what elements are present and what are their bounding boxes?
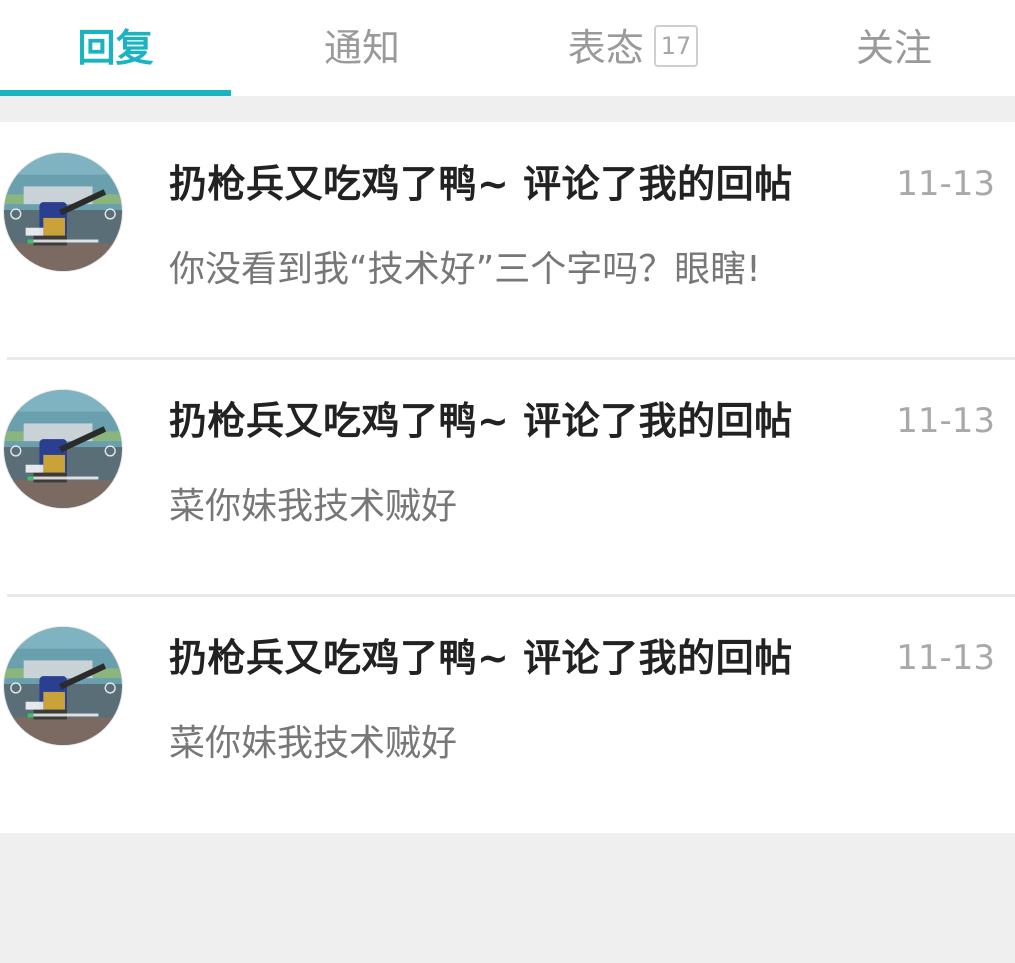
tab-label: 通知 (323, 26, 400, 70)
tab-bar: 回复 通知 表态 17 关注 (0, 0, 1015, 96)
game-screenshot-icon (4, 627, 122, 745)
item-title: 扔枪兵又吃鸡了鸭~ 评论了我的回帖 (169, 162, 793, 206)
item-content: 菜你妹我技术贼好 (169, 723, 458, 764)
list-item[interactable]: 扔枪兵又吃鸡了鸭~ 评论了我的回帖 11-13 你没看到我“技术好”三个字吗？眼… (0, 122, 1015, 359)
active-tab-indicator (0, 90, 231, 96)
tab-following[interactable]: 关注 (773, 0, 1015, 96)
item-title: 扔枪兵又吃鸡了鸭~ 评论了我的回帖 (169, 399, 793, 443)
avatar[interactable] (3, 152, 123, 272)
messages-page: 回复 通知 表态 17 关注 扔枪兵又吃鸡了鸭~ 评论了我的回帖 11-13 你… (0, 0, 1015, 963)
item-timestamp: 11-13 (896, 401, 995, 441)
avatar[interactable] (3, 389, 123, 509)
item-content: 你没看到我“技术好”三个字吗？眼瞎! (169, 249, 761, 290)
reply-list: 扔枪兵又吃鸡了鸭~ 评论了我的回帖 11-13 你没看到我“技术好”三个字吗？眼… (0, 122, 1015, 833)
tab-label: 表态 (567, 26, 644, 70)
list-item[interactable]: 扔枪兵又吃鸡了鸭~ 评论了我的回帖 11-13 菜你妹我技术贼好 (0, 357, 1015, 596)
tab-label: 关注 (855, 26, 932, 70)
tab-notifications[interactable]: 通知 (231, 0, 493, 96)
avatar[interactable] (3, 626, 123, 746)
game-screenshot-icon (4, 153, 122, 271)
count-badge: 17 (653, 25, 699, 67)
tab-replies[interactable]: 回复 (0, 0, 231, 96)
game-screenshot-icon (4, 390, 122, 508)
item-content: 菜你妹我技术贼好 (169, 486, 458, 527)
item-timestamp: 11-13 (896, 164, 995, 204)
item-timestamp: 11-13 (896, 638, 995, 678)
list-item[interactable]: 扔枪兵又吃鸡了鸭~ 评论了我的回帖 11-13 菜你妹我技术贼好 (0, 594, 1015, 833)
item-title: 扔枪兵又吃鸡了鸭~ 评论了我的回帖 (169, 636, 793, 680)
tab-label: 回复 (77, 26, 154, 70)
tab-reactions[interactable]: 表态 17 (493, 0, 773, 96)
